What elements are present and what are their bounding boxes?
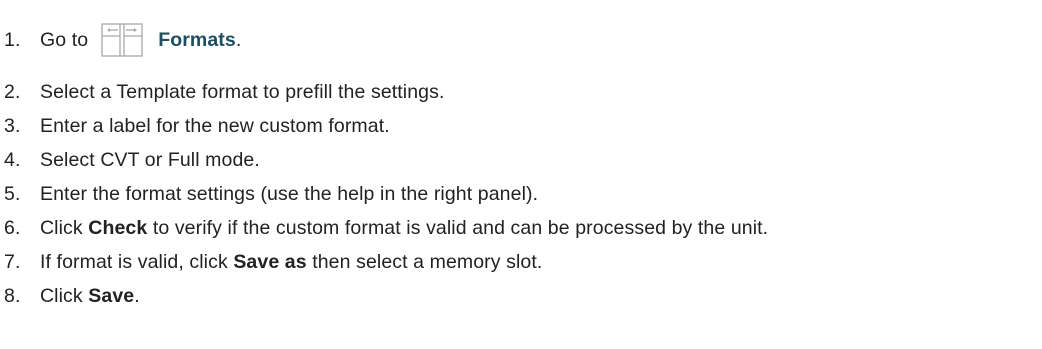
step-text: Select a Template format to prefill the … [40,80,445,103]
step-number: 4. [4,148,21,171]
step-text: Click [40,284,83,307]
step-text-end: . [134,284,140,307]
step-1: 1. Go to Formats. [0,20,241,60]
step-text-end: then select a memory slot. [312,250,543,273]
step-text-end: to verify if the custom format is valid … [152,216,769,239]
step-text-end: . [235,28,242,51]
step-text: Select CVT or Full mode. [40,148,260,171]
step-number: 8. [4,284,21,307]
save-as-label: Save as [233,250,307,273]
formats-icon [98,20,146,60]
step-text: Enter a label for the new custom format. [40,114,390,137]
step-number: 6. [4,216,21,239]
step-text: If format is valid, click [40,250,228,273]
check-label: Check [88,216,148,239]
step-number: 1. [4,28,21,51]
formats-link[interactable]: Formats [158,29,236,52]
step-text: Enter the format settings (use the help … [40,182,539,205]
step-number: 3. [4,114,21,137]
step-number: 2. [4,80,21,103]
step-text: Click [40,216,83,239]
save-label: Save [88,284,135,307]
step-number: 5. [4,182,21,205]
step-number: 7. [4,250,21,273]
step-8: 8. Click Save. [0,276,140,316]
step-text: Go to [40,28,89,51]
